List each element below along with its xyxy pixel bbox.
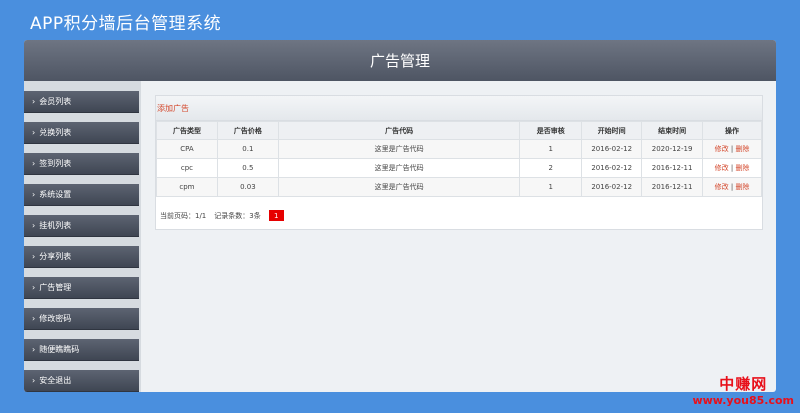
chevron-right-icon: › bbox=[32, 221, 36, 230]
cell-actions: 修改 | 删除 bbox=[702, 158, 762, 178]
sidebar: › 会员列表 › 兑换列表 › 签到列表 › 系统设置 › 挂机列表 › 分享列表 › 广告管… bbox=[24, 81, 141, 392]
cell-code: 这里是广告代码 bbox=[277, 177, 521, 197]
column-header: 开始时间 bbox=[581, 121, 643, 140]
chevron-right-icon: › bbox=[32, 159, 36, 168]
ad-panel: 添加广告 广告类型 广告价格 广告代码 是否审核 开始时间 结束时间 操作 CP… bbox=[155, 95, 763, 230]
cell-code: 这里是广告代码 bbox=[277, 139, 521, 159]
cell-audit: 2 bbox=[519, 158, 583, 178]
column-header: 广告价格 bbox=[216, 121, 279, 140]
cell-end: 2020-12-19 bbox=[641, 139, 704, 159]
chevron-right-icon: › bbox=[32, 283, 36, 292]
action-separator: | bbox=[730, 164, 734, 172]
chevron-right-icon: › bbox=[32, 376, 36, 385]
sidebar-item-label: 修改密码 bbox=[39, 314, 72, 323]
watermark: 中赚网 www.you85.com bbox=[692, 373, 794, 407]
sidebar-item-label: 会员列表 bbox=[39, 97, 72, 106]
sidebar-item-settings[interactable]: › 系统设置 bbox=[24, 184, 139, 206]
sidebar-item-ads[interactable]: › 广告管理 bbox=[24, 277, 139, 299]
sidebar-item-logout[interactable]: › 安全退出 bbox=[24, 370, 139, 392]
sidebar-item-hangup[interactable]: › 挂机列表 bbox=[24, 215, 139, 237]
cell-start: 2016-02-12 bbox=[581, 177, 643, 197]
watermark-url: www.you85.com bbox=[692, 394, 794, 407]
sidebar-item-random[interactable]: › 随便瞧瞧码 bbox=[24, 339, 139, 361]
edit-link[interactable]: 修改 bbox=[715, 183, 729, 191]
column-header: 结束时间 bbox=[641, 121, 704, 140]
delete-link[interactable]: 删除 bbox=[735, 145, 749, 153]
cell-start: 2016-02-12 bbox=[581, 139, 643, 159]
cell-price: 0.03 bbox=[216, 177, 279, 197]
main-frame: 广告管理 › 会员列表 › 兑换列表 › 签到列表 › 系统设置 › 挂机列表 › 分享列表… bbox=[24, 40, 776, 392]
cell-price: 0.1 bbox=[216, 139, 279, 159]
sidebar-item-members[interactable]: › 会员列表 bbox=[24, 91, 139, 113]
sidebar-item-label: 兑换列表 bbox=[39, 128, 72, 137]
cell-end: 2016-12-11 bbox=[641, 158, 704, 178]
cell-type: cpm bbox=[156, 177, 218, 197]
delete-link[interactable]: 删除 bbox=[735, 164, 749, 172]
delete-link[interactable]: 删除 bbox=[735, 183, 749, 191]
edit-link[interactable]: 修改 bbox=[715, 164, 729, 172]
pager-current: 当前页码：1/1 bbox=[160, 211, 207, 220]
column-header: 广告代码 bbox=[277, 121, 521, 140]
cell-audit: 1 bbox=[519, 139, 583, 159]
pager: 当前页码：1/1 记录条数：3条 1 bbox=[160, 210, 284, 221]
sidebar-item-signin[interactable]: › 签到列表 bbox=[24, 153, 139, 175]
cell-type: CPA bbox=[156, 139, 218, 159]
page-header: 广告管理 bbox=[24, 40, 776, 81]
cell-price: 0.5 bbox=[216, 158, 279, 178]
cell-actions: 修改 | 删除 bbox=[702, 177, 762, 197]
sidebar-item-label: 随便瞧瞧码 bbox=[39, 345, 80, 354]
table-header-row: 广告类型 广告价格 广告代码 是否审核 开始时间 结束时间 操作 bbox=[156, 121, 762, 140]
chevron-right-icon: › bbox=[32, 252, 36, 261]
chevron-right-icon: › bbox=[32, 345, 36, 354]
action-separator: | bbox=[730, 145, 734, 153]
page-button[interactable]: 1 bbox=[268, 210, 284, 221]
sidebar-item-share[interactable]: › 分享列表 bbox=[24, 246, 139, 268]
column-header: 广告类型 bbox=[156, 121, 218, 140]
action-separator: | bbox=[730, 183, 734, 191]
chevron-right-icon: › bbox=[32, 190, 36, 199]
sidebar-item-label: 安全退出 bbox=[39, 376, 72, 385]
column-header: 是否审核 bbox=[519, 121, 583, 140]
watermark-logo: 中赚网 bbox=[719, 375, 768, 393]
cell-audit: 1 bbox=[519, 177, 583, 197]
pager-count: 记录条数：3条 bbox=[214, 211, 261, 220]
table-row: CPA 0.1 这里是广告代码 1 2016-02-12 2020-12-19 … bbox=[156, 139, 762, 159]
sidebar-item-label: 签到列表 bbox=[39, 159, 72, 168]
toolbar: 添加广告 bbox=[156, 96, 762, 121]
edit-link[interactable]: 修改 bbox=[715, 145, 729, 153]
cell-type: cpc bbox=[156, 158, 218, 178]
table-row: cpc 0.5 这里是广告代码 2 2016-02-12 2016-12-11 … bbox=[156, 158, 762, 178]
cell-code: 这里是广告代码 bbox=[277, 158, 521, 178]
sidebar-item-label: 广告管理 bbox=[39, 283, 72, 292]
sidebar-item-exchange[interactable]: › 兑换列表 bbox=[24, 122, 139, 144]
sidebar-item-label: 系统设置 bbox=[39, 190, 72, 199]
ad-table: 广告类型 广告价格 广告代码 是否审核 开始时间 结束时间 操作 CPA 0.1… bbox=[156, 121, 762, 197]
column-header: 操作 bbox=[702, 121, 762, 140]
page-title: 广告管理 bbox=[369, 52, 430, 70]
sidebar-item-password[interactable]: › 修改密码 bbox=[24, 308, 139, 330]
chevron-right-icon: › bbox=[32, 97, 36, 106]
sidebar-item-label: 分享列表 bbox=[39, 252, 72, 261]
app-title: APP积分墙后台管理系统 bbox=[30, 14, 222, 34]
chevron-right-icon: › bbox=[32, 128, 36, 137]
cell-start: 2016-02-12 bbox=[581, 158, 643, 178]
cell-actions: 修改 | 删除 bbox=[702, 139, 762, 159]
chevron-right-icon: › bbox=[32, 314, 36, 323]
table-row: cpm 0.03 这里是广告代码 1 2016-02-12 2016-12-11… bbox=[156, 177, 762, 197]
cell-end: 2016-12-11 bbox=[641, 177, 704, 197]
add-ad-link[interactable]: 添加广告 bbox=[157, 103, 189, 114]
sidebar-item-label: 挂机列表 bbox=[39, 221, 72, 230]
